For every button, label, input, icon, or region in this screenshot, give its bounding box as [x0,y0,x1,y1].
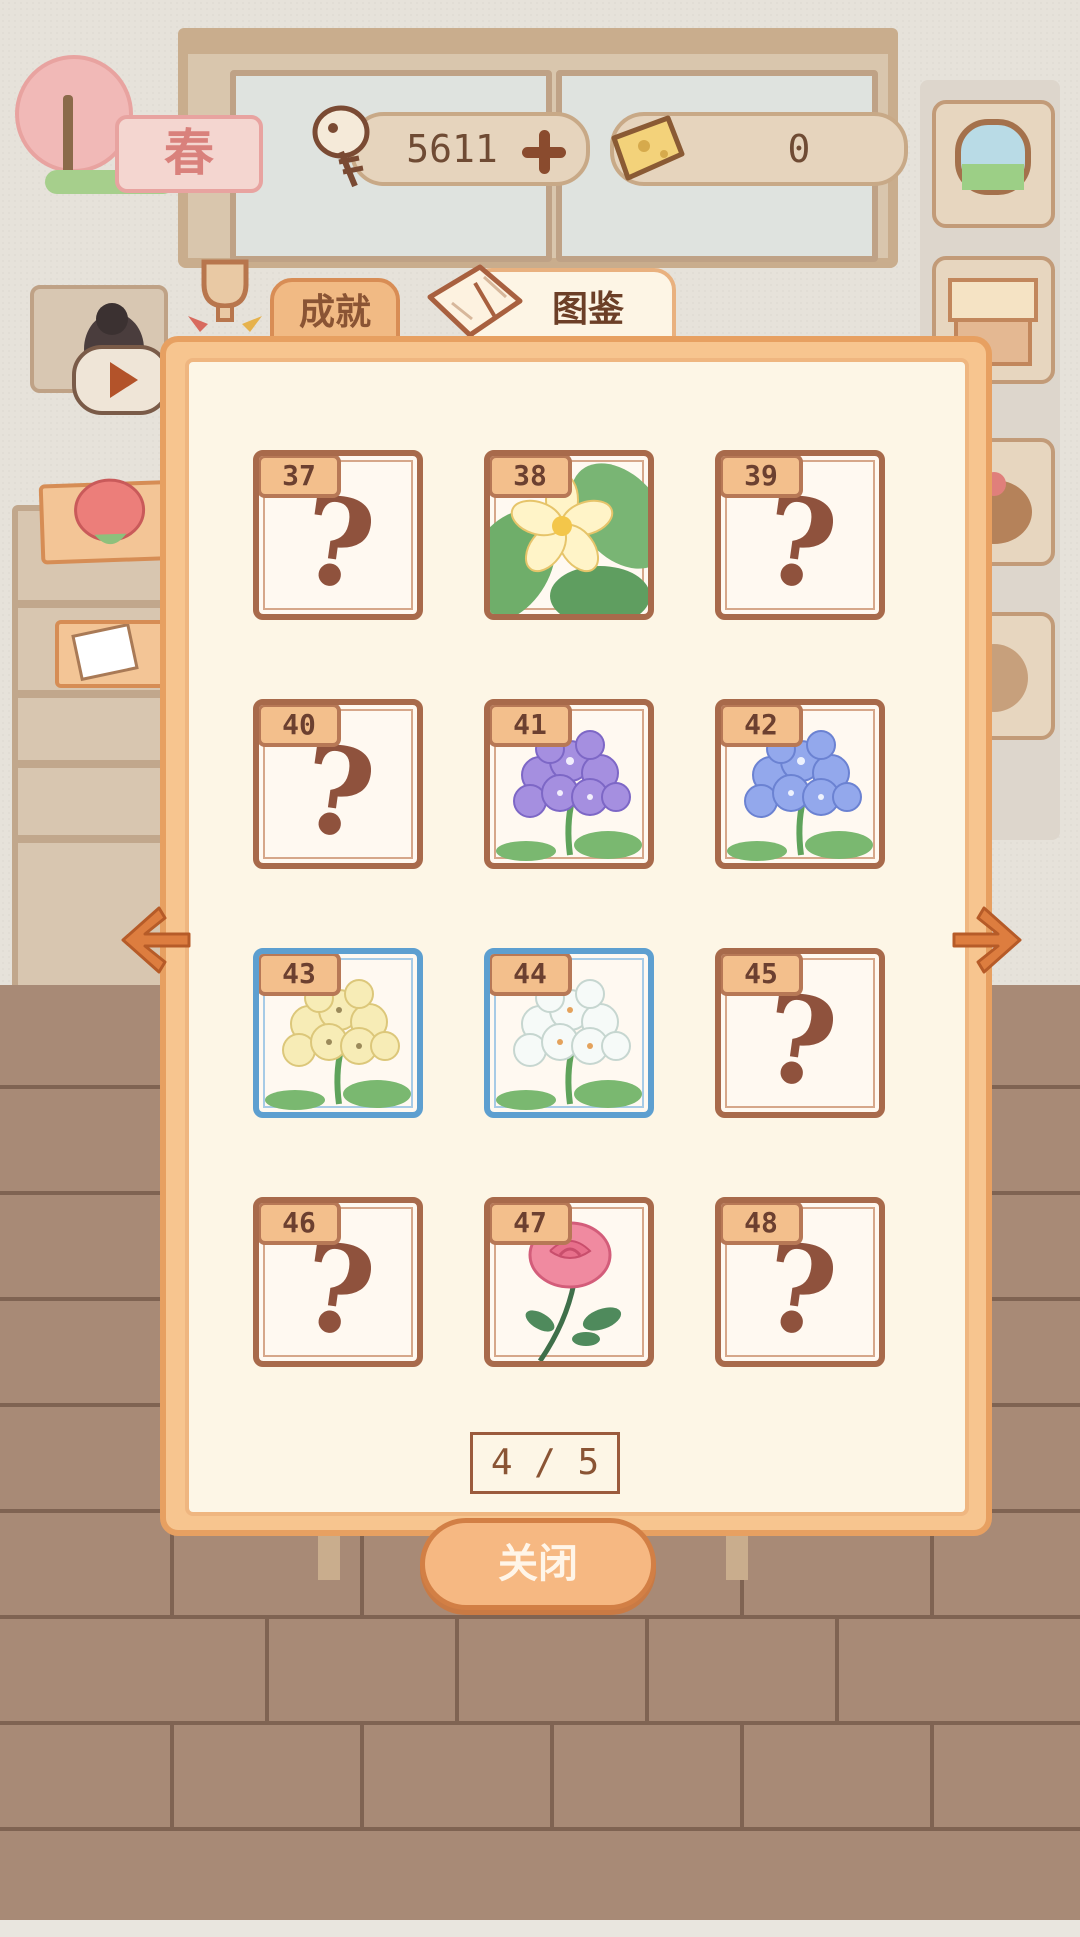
album-card-48[interactable]: 48 ? [715,1197,885,1367]
card-number: 41 [490,705,572,747]
trophy-icon [188,259,262,332]
play-button[interactable] [72,345,170,415]
add-fish-button[interactable] [522,130,566,174]
card-number: 39 [721,456,803,498]
season-label: 春 [115,115,263,193]
fish-bone-icon [312,105,370,188]
card-number: 37 [259,456,341,498]
previous-page-arrow-icon[interactable] [115,900,195,980]
album-card-37[interactable]: 37 ? [253,450,423,620]
next-page-arrow-icon[interactable] [948,900,1028,980]
album-card-44[interactable]: 44 [484,948,654,1118]
cheese-icon [611,115,685,181]
card-number: 40 [259,705,341,747]
album-card-45[interactable]: 45 ? [715,948,885,1118]
album-card-43[interactable]: 43 [253,948,423,1118]
page-indicator: 4 / 5 [470,1432,620,1494]
card-number: 46 [259,1203,341,1245]
shelf-board [12,760,172,768]
album-card-42[interactable]: 42 [715,699,885,869]
album-card-38[interactable]: 38 [484,450,654,620]
cheese-count: 0 [787,127,811,171]
album-card-39[interactable]: 39 ? [715,450,885,620]
fish-count: 5611 [406,127,498,171]
shelf-board [12,835,172,843]
shelf-board [12,600,172,608]
card-number: 47 [490,1203,572,1245]
album-card-40[interactable]: 40 ? [253,699,423,869]
cabinet-top [178,28,898,54]
tree-trunk [63,95,73,175]
open-book-icon [427,264,523,338]
window-icon [955,119,1031,195]
window-button[interactable] [932,100,1055,228]
photo-category-tab[interactable] [55,620,168,688]
season-badge: 春 [15,55,263,194]
card-number: 44 [490,954,572,996]
card-number: 43 [259,954,341,996]
card-number: 48 [721,1203,803,1245]
album-card-46[interactable]: 46 ? [253,1197,423,1367]
album-card-41[interactable]: 41 [484,699,654,869]
photo-icon [71,622,139,682]
shelf-board [12,690,172,698]
album-card-47[interactable]: 47 [484,1197,654,1367]
close-button[interactable]: 关闭 [420,1518,656,1610]
card-number: 42 [721,705,803,747]
card-number: 38 [490,456,572,498]
card-number: 45 [721,954,803,996]
